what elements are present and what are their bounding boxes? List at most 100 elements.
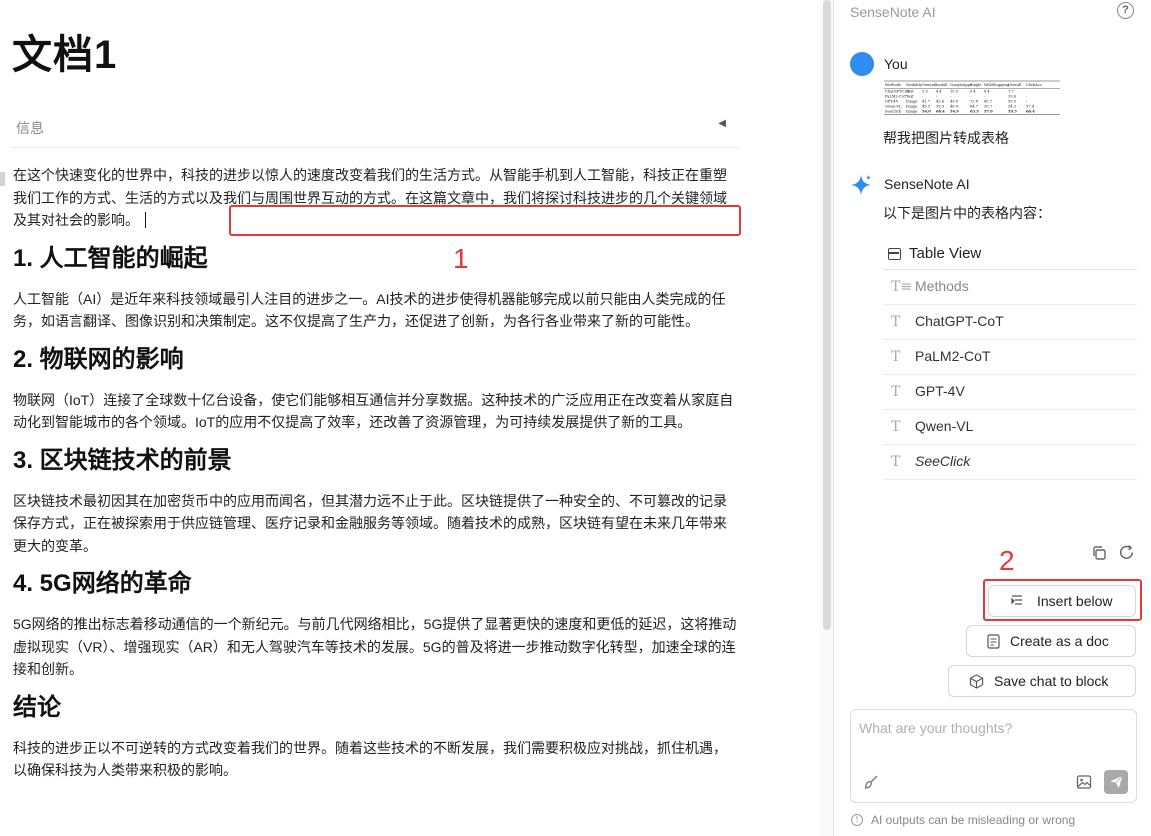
thumbnail-cell: Single: [970, 83, 982, 87]
thumbnail-cell: 66.4: [1026, 110, 1035, 114]
thumbnail-cell: 57.6: [984, 110, 993, 114]
thumbnail-cell: 64.7: [970, 105, 979, 109]
thumbnail-cell: 50.5: [1008, 100, 1017, 104]
thumbnail-cell: 50.7: [984, 105, 993, 109]
info-label: 信息: [16, 120, 44, 136]
thumbnail-cell: -: [922, 95, 924, 99]
create-doc-label: Create as a doc: [1010, 633, 1109, 649]
table-row[interactable]: T SeeClick: [883, 445, 1137, 480]
drag-handle-icon[interactable]: [0, 172, 5, 186]
table-icon: [888, 248, 901, 260]
thumbnail-cell: 42.6: [936, 100, 945, 104]
text-cursor: [145, 212, 146, 228]
copy-icon[interactable]: [1091, 545, 1107, 561]
section-heading[interactable]: 结论: [13, 693, 737, 723]
sparkle-icon: [850, 174, 872, 196]
thumbnail-cell: 54.9: [950, 110, 959, 114]
document-body[interactable]: 在这个快速变化的世界中，科技的进步以惊人的速度改变着我们的生活方式。从智能手机到…: [13, 164, 737, 794]
thumbnail-cell: Text: [906, 95, 914, 99]
section-paragraph[interactable]: 人工智能（AI）是近年来科技领域最引人注目的进步之一。AI技术的进步使得机器能够…: [13, 288, 737, 333]
thumbnail-cell: 9.4: [970, 90, 976, 94]
text-type-icon: T≡: [891, 279, 913, 295]
section-heading[interactable]: 2. 物联网的影响: [13, 345, 737, 375]
thumbnail-cell: Install: [936, 83, 948, 87]
thumbnail-cell: 54.3: [1008, 105, 1017, 109]
thumbnail-cell: SeeClick: [885, 110, 902, 114]
ai-disclaimer: ! AI outputs can be misleading or wrong: [851, 813, 1075, 827]
page-title[interactable]: 文档1: [12, 22, 117, 80]
thumbnail-cell: 72.8: [970, 100, 979, 104]
scrollbar-thumb[interactable]: [823, 0, 831, 630]
thumbnail-cell: -: [970, 95, 972, 99]
create-doc-button[interactable]: Create as a doc: [966, 625, 1136, 657]
ai-side-panel: SenseNote AI ? You Methods Modality Genera…: [835, 0, 1151, 836]
section-paragraph[interactable]: 区块链技术最初因其在加密货币中的应用而闻名，但其潜力远不止于此。区块链提供了一种…: [13, 490, 737, 558]
thumbnail-cell: Qwen-VL: [885, 105, 902, 109]
document-scrollbar[interactable]: [820, 0, 834, 836]
thumbnail-cell: 49.5: [922, 105, 931, 109]
panel-title: SenseNote AI: [850, 4, 936, 20]
thumbnail-cell: Overall: [1008, 83, 1022, 87]
table-row[interactable]: T Qwen-VL: [883, 410, 1137, 445]
thumbnail-cell: -: [1026, 100, 1028, 104]
send-icon: [1108, 774, 1124, 790]
table-cell: Qwen-VL: [915, 418, 974, 434]
thumbnail-cell: PaLM2-CoT: [885, 95, 907, 99]
thumbnail-cell: -: [1026, 90, 1028, 94]
refresh-icon[interactable]: [1118, 544, 1135, 561]
attached-table-image[interactable]: Methods Modality General Install GoogleAppsS…: [884, 80, 1060, 118]
section-paragraph[interactable]: 5G网络的推出标志着移动通信的一个新纪元。与前几代网络相比，5G提供了显著更快的…: [13, 613, 737, 681]
save-chat-button[interactable]: Save chat to block: [948, 665, 1136, 697]
section-heading[interactable]: 3. 区块链技术的前景: [13, 446, 737, 476]
section-heading[interactable]: 1. 人工智能的崛起: [13, 244, 737, 274]
thumbnail-cell: 45.7: [984, 100, 993, 104]
table-cell: SeeClick: [915, 453, 971, 469]
send-button[interactable]: [1104, 770, 1128, 794]
table-row[interactable]: T PaLM2-CoT: [883, 340, 1137, 375]
section-paragraph[interactable]: 物联网（IoT）连接了全球数十亿台设备，使它们能够相互通信并分享数据。这种技术的…: [13, 389, 737, 434]
thumbnail-cell: GPT-4V: [885, 100, 899, 104]
thumbnail-cell: 4.4: [936, 90, 942, 94]
annotation-box-1: [229, 205, 741, 236]
collapse-caret-icon[interactable]: ◀: [718, 118, 726, 129]
document-editor[interactable]: 文档1 信息 ◀ 在这个快速变化的世界中，科技的进步以惊人的速度改变着我们的生活…: [0, 0, 820, 836]
annotation-label-1: 1: [453, 243, 469, 274]
thumbnail-cell: GoogleApps: [950, 83, 972, 87]
ai-name: SenseNote AI: [884, 176, 970, 192]
cube-icon: [969, 673, 984, 689]
thumbnail-cell: 8.4: [984, 90, 990, 94]
thumbnail-cell: WebShopping: [984, 83, 1010, 87]
thumbnail-cell: 46.9: [950, 105, 959, 109]
table-column-header[interactable]: T≡ Methods: [883, 270, 1137, 305]
help-circle-icon[interactable]: ?: [1117, 2, 1134, 19]
table-view-header[interactable]: Table View: [883, 242, 1137, 270]
thumbnail-cell: 59.9: [936, 105, 945, 109]
chat-input[interactable]: [859, 720, 1119, 736]
thumbnail-cell: 10.5: [950, 90, 959, 94]
table-row[interactable]: T GPT-4V: [883, 375, 1137, 410]
table-view-label: Table View: [909, 245, 982, 262]
thumbnail-cell: General: [922, 83, 937, 87]
user-message: 帮我把图片转成表格: [883, 130, 1009, 146]
table-row[interactable]: T ChatGPT-CoT: [883, 305, 1137, 340]
clear-brush-icon[interactable]: [863, 774, 879, 790]
thumbnail-cell: -: [984, 95, 986, 99]
thumbnail-cell: 57.4: [1026, 105, 1035, 109]
table-cell: GPT-4V: [915, 383, 965, 399]
text-type-icon: T: [891, 314, 901, 330]
image-upload-icon[interactable]: [1076, 774, 1092, 790]
thumbnail-cell: Modality: [906, 83, 923, 87]
text-type-icon: T: [891, 349, 901, 365]
thumbnail-cell: 39.6: [1008, 95, 1017, 99]
thumbnail-cell: Image: [906, 100, 917, 104]
text-type-icon: T: [891, 384, 901, 400]
disclaimer-text: AI outputs can be misleading or wrong: [871, 813, 1076, 827]
thumbnail-cell: 41.7: [922, 100, 931, 104]
chat-input-box[interactable]: [850, 709, 1137, 803]
section-heading[interactable]: 4. 5G网络的革命: [13, 569, 737, 599]
info-section[interactable]: 信息 ◀: [12, 108, 738, 148]
save-chat-label: Save chat to block: [994, 673, 1109, 689]
section-paragraph[interactable]: 科技的进步正以不可逆转的方式改变着我们的世界。随着这些技术的不断发展，我们需要积…: [13, 737, 737, 782]
table-view-rows: T≡ Methods T ChatGPT-CoT T PaLM2-CoT T GPT-4V T Q…: [883, 270, 1137, 480]
table-cell: Methods: [915, 278, 969, 294]
